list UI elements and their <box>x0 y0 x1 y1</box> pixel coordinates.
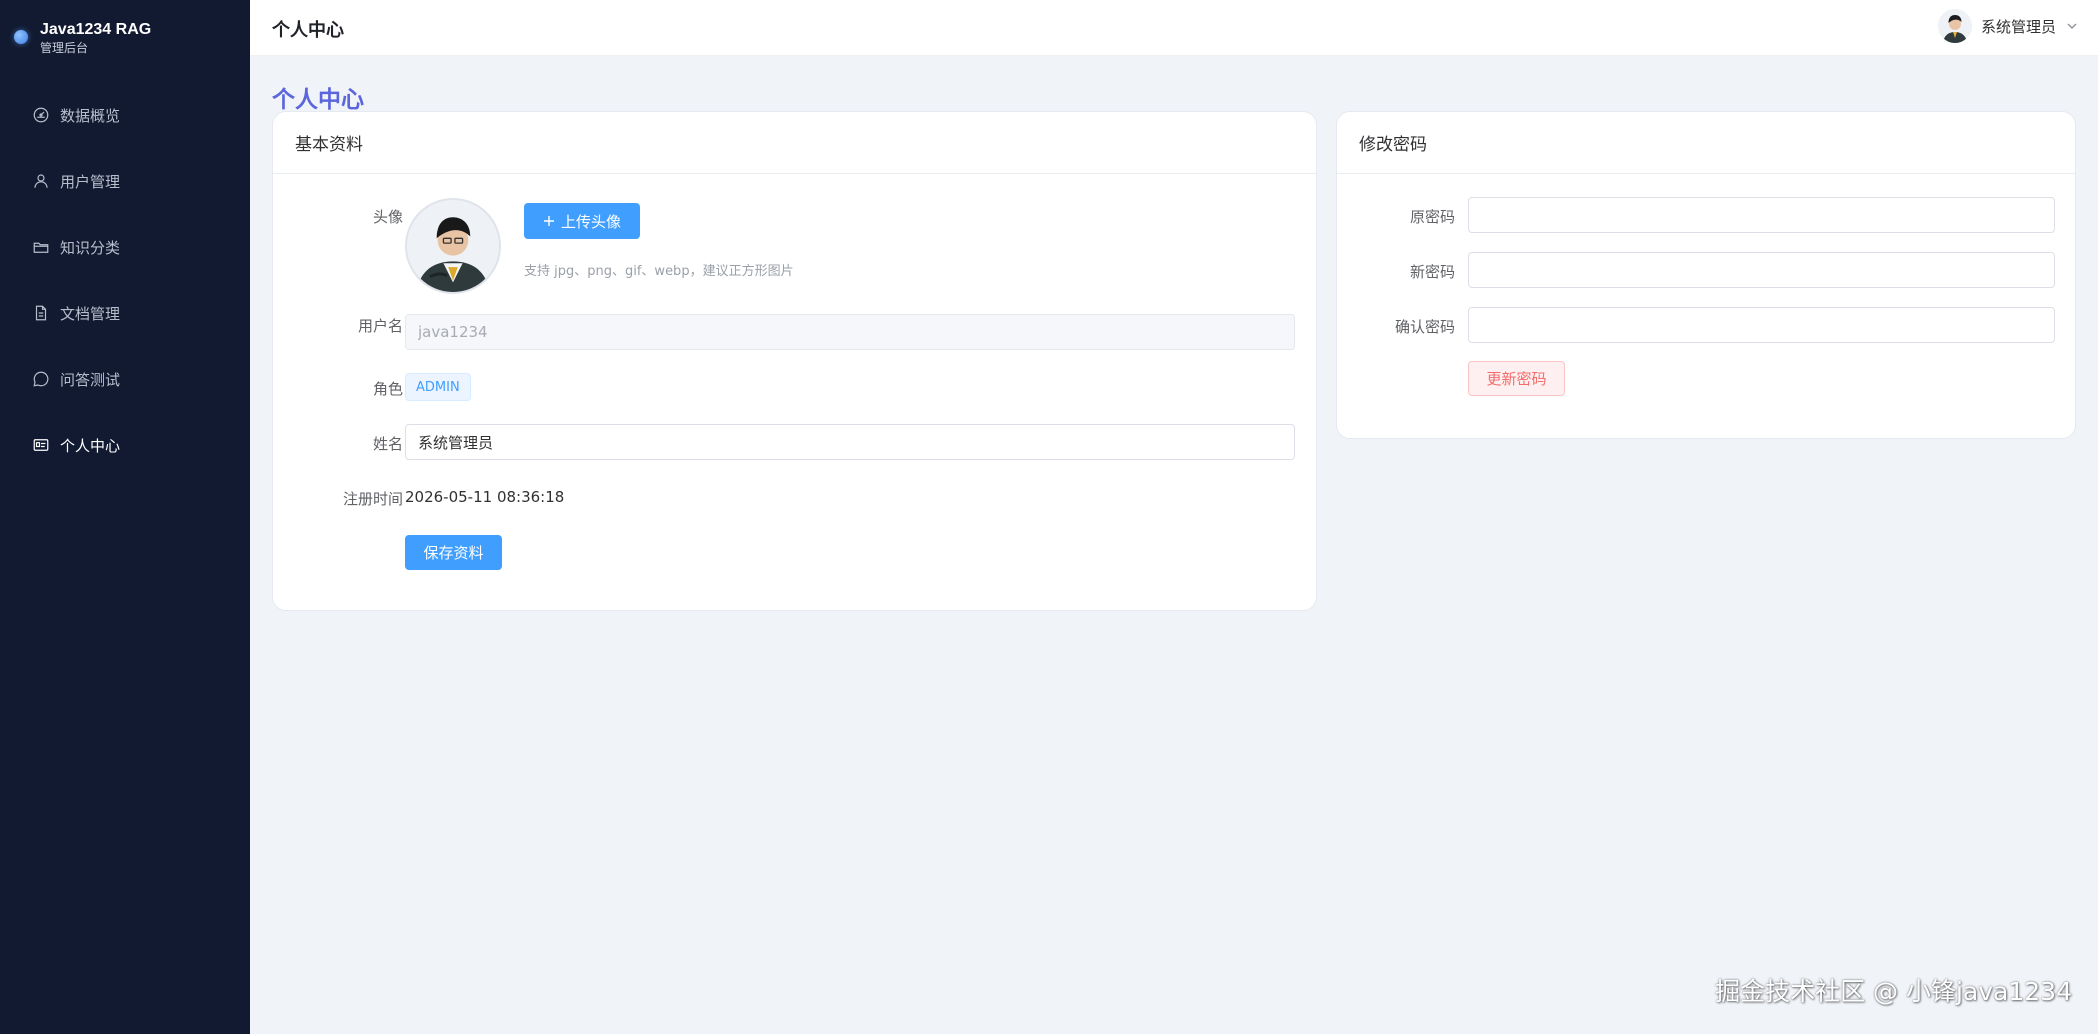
folder-icon <box>33 242 49 253</box>
sidebar-item-dashboard[interactable]: 数据概览 <box>0 82 250 148</box>
update-password-button[interactable]: 更新密码 <box>1468 361 1565 396</box>
brand[interactable]: Java1234 RAG 管理后台 <box>14 20 151 56</box>
id-card-icon <box>33 439 49 451</box>
name-input[interactable] <box>405 424 1295 460</box>
avatar <box>1937 9 1972 43</box>
header-title: 个人中心 <box>272 20 344 41</box>
username-input[interactable] <box>405 314 1295 350</box>
brand-title: Java1234 RAG <box>40 21 152 38</box>
name-label: 姓名 <box>372 435 403 453</box>
sidebar-menu: 数据概览 用户管理 知识分类 文档管理 问答测试 个人中心 <box>0 82 250 478</box>
sidebar-item-label: 知识分类 <box>60 238 121 257</box>
avatar-label: 头像 <box>372 208 403 226</box>
sidebar-item-label: 个人中心 <box>60 436 121 455</box>
sidebar-item-label: 用户管理 <box>60 172 121 191</box>
plus-icon <box>543 216 554 226</box>
sidebar: Java1234 RAG 管理后台 数据概览 用户管理 知识分类 文档管理 问答… <box>0 0 250 1034</box>
old-password-input[interactable] <box>1468 197 2055 233</box>
user-menu[interactable]: 系统管理员 <box>1937 9 2078 43</box>
user-icon <box>34 174 48 188</box>
dashboard-icon <box>33 107 49 123</box>
sidebar-item-profile[interactable]: 个人中心 <box>0 412 250 478</box>
register-time-value: 2026-05-11 08:36:18 <box>405 488 565 506</box>
document-icon <box>35 305 47 321</box>
sidebar-item-documents[interactable]: 文档管理 <box>0 280 250 346</box>
page-title: 个人中心 <box>272 87 364 113</box>
role-badge: ADMIN <box>405 373 471 401</box>
sidebar-item-label: 问答测试 <box>60 370 121 389</box>
top-header: 个人中心 系统管理员 <box>250 0 2098 56</box>
role-label: 角色 <box>372 380 403 398</box>
password-card-title: 修改密码 <box>1337 112 2075 174</box>
sidebar-item-label: 数据概览 <box>60 106 121 125</box>
sidebar-item-qa-test[interactable]: 问答测试 <box>0 346 250 412</box>
profile-avatar[interactable] <box>405 198 501 294</box>
sidebar-item-label: 文档管理 <box>60 304 121 323</box>
confirm-password-input[interactable] <box>1468 307 2055 343</box>
brand-subtitle: 管理后台 <box>40 41 89 55</box>
password-card: 修改密码 原密码 新密码 确认密码 更新密码 <box>1336 111 2076 439</box>
sidebar-item-categories[interactable]: 知识分类 <box>0 214 250 280</box>
watermark: 掘金技术社区 @ 小锋java1234 <box>1715 977 2072 1006</box>
save-profile-button[interactable]: 保存资料 <box>405 535 502 570</box>
chat-icon <box>33 371 49 387</box>
profile-card: 基本资料 头像 上传头像 支持 jpg、png、gif、webp，建议正方形图片… <box>272 111 1317 611</box>
upload-hint: 支持 jpg、png、gif、webp，建议正方形图片 <box>524 264 794 279</box>
new-password-label: 新密码 <box>1409 263 1455 281</box>
username-label: 用户名 <box>357 317 403 335</box>
avatar-image-icon <box>1937 9 1972 43</box>
brand-logo-icon <box>14 30 28 44</box>
confirm-password-label: 确认密码 <box>1394 318 1455 336</box>
user-name: 系统管理员 <box>1980 17 2056 36</box>
old-password-label: 原密码 <box>1409 208 1455 226</box>
new-password-input[interactable] <box>1468 252 2055 288</box>
avatar-image-icon <box>407 200 499 292</box>
chevron-down-icon <box>2067 23 2077 29</box>
profile-card-title: 基本资料 <box>273 112 1316 174</box>
upload-avatar-label: 上传头像 <box>560 212 621 231</box>
register-time-label: 注册时间 <box>342 490 403 508</box>
sidebar-item-users[interactable]: 用户管理 <box>0 148 250 214</box>
upload-avatar-button[interactable]: 上传头像 <box>524 203 640 239</box>
